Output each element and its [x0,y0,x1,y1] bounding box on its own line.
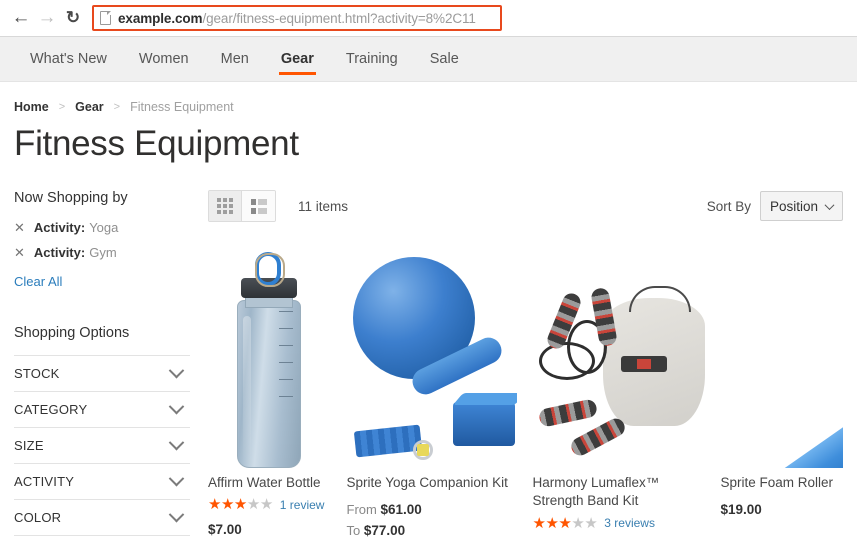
product-rating[interactable]: ★ ★ ★ ★ ★ 1 review [208,497,331,512]
grid-view-icon[interactable] [209,191,242,222]
sidebar: Now Shopping by ✕ Activity: Yoga ✕ Activ… [14,190,190,541]
item-count: 11 items [298,198,349,214]
product-listing: 11 items Sort By Position Affirm Water B… [190,190,843,541]
page-body: Home > Gear > Fitness Equipment Fitness … [0,82,857,555]
filter-group-label: ACTIVITY [14,474,75,490]
sort-by-label: Sort By [706,198,751,214]
sort-controls: Sort By Position [706,191,843,222]
product-card[interactable]: Sprite Foam Roller $19.00 [720,238,844,541]
forward-arrow-icon: → [37,7,57,28]
applied-filter-activity-yoga: ✕ Activity: Yoga [14,220,190,235]
nav-item-training[interactable]: Training [330,37,414,81]
star-filled: ★ [233,496,247,514]
product-card[interactable]: Harmony Lumaflex™ Strength Band Kit ★ ★ … [533,238,705,541]
price-to-value: $77.00 [363,522,406,538]
review-count-link[interactable]: 1 review [280,498,325,512]
star-empty: ★ [246,496,260,514]
nav-item-women[interactable]: Women [123,37,205,81]
back-arrow-icon[interactable]: ← [8,5,34,31]
url-domain: example.com [118,10,203,26]
star-empty: ★ [259,496,273,514]
filter-group-label: CATEGORY [14,402,88,418]
view-mode-toggle [208,190,276,223]
list-view-icon[interactable] [242,191,275,222]
url-path: /gear/fitness-equipment.html?activity=8%… [202,10,476,26]
star-filled: ★ [220,496,234,514]
filter-group-color[interactable]: COLOR [14,500,190,537]
star-empty: ★ [584,514,598,532]
chevron-down-icon [168,471,185,487]
price-from-label: From [346,502,377,518]
filter-value: Yoga [89,220,119,236]
url-text: example.com/gear/fitness-equipment.html?… [118,11,476,26]
breadcrumb-current: Fitness Equipment [130,100,234,114]
breadcrumb-separator: > [113,101,121,113]
applied-filter-activity-gym: ✕ Activity: Gym [14,245,190,260]
product-card[interactable]: Affirm Water Bottle ★ ★ ★ ★ ★ 1 review $… [208,238,331,541]
product-price-range: From $61.00 To $77.00 [347,500,517,541]
product-grid: Affirm Water Bottle ★ ★ ★ ★ ★ 1 review $… [208,238,843,541]
product-rating[interactable]: ★ ★ ★ ★ ★ 3 reviews [533,516,705,531]
sort-select-value: Position [769,198,818,214]
address-bar[interactable]: example.com/gear/fitness-equipment.html?… [92,5,502,31]
product-card[interactable]: Sprite Yoga Companion Kit From $61.00 To… [347,238,517,541]
star-empty: ★ [571,514,585,532]
foam-roller-image[interactable] [720,238,843,469]
listing-toolbar: 11 items Sort By Position [208,190,843,223]
filter-label: Activity: [33,245,86,261]
star-filled: ★ [532,514,546,532]
star-filled: ★ [558,514,572,532]
page-document-icon [100,11,111,25]
chevron-down-icon [168,435,185,451]
product-name[interactable]: Affirm Water Bottle [208,474,331,492]
reload-icon[interactable]: ↻ [60,5,86,31]
breadcrumb: Home > Gear > Fitness Equipment [14,82,843,120]
filter-label: Activity: [33,220,86,236]
strength-band-kit-image[interactable] [533,238,705,468]
shopping-options-heading: Shopping Options [14,325,130,342]
content-area: Now Shopping by ✕ Activity: Yoga ✕ Activ… [14,190,843,541]
chevron-down-icon [168,399,185,415]
breadcrumb-gear[interactable]: Gear [75,100,104,114]
breadcrumb-separator: > [58,101,66,113]
close-x-icon[interactable]: ✕ [14,246,25,259]
browser-toolbar: ← → ↻ example.com/gear/fitness-equipment… [0,0,857,37]
filter-accordion: STOCK CATEGORY SIZE ACTIVITY COLOR [14,355,190,537]
product-name[interactable]: Sprite Yoga Companion Kit [347,474,517,492]
page-title: Fitness Equipment [14,124,299,163]
product-price: $19.00 [720,502,762,518]
now-shopping-by-heading: Now Shopping by [14,190,128,207]
filter-value: Gym [89,245,117,261]
nav-item-whats-new[interactable]: What's New [14,37,123,81]
chevron-down-icon [168,507,185,523]
star-filled: ★ [208,496,221,514]
nav-item-men[interactable]: Men [205,37,265,81]
main-navigation: What's New Women Men Gear Training Sale [0,37,857,82]
water-bottle-image[interactable] [208,238,331,469]
product-price: $7.00 [208,522,242,538]
close-x-icon[interactable]: ✕ [14,221,25,234]
yoga-companion-kit-image[interactable] [347,238,517,468]
filter-group-stock[interactable]: STOCK [14,356,190,393]
product-name[interactable]: Sprite Foam Roller [721,474,844,492]
clear-all-link[interactable]: Clear All [14,274,62,289]
price-from-value: $61.00 [380,502,422,518]
filter-group-label: STOCK [14,366,60,382]
price-to-label: To [346,522,361,538]
chevron-down-icon [824,199,835,210]
filter-group-activity[interactable]: ACTIVITY [14,464,190,501]
nav-item-sale[interactable]: Sale [414,37,475,81]
breadcrumb-home[interactable]: Home [14,100,49,114]
product-name[interactable]: Harmony Lumaflex™ Strength Band Kit [533,474,705,510]
filter-group-label: SIZE [14,438,44,454]
filter-group-label: COLOR [14,510,62,526]
nav-item-gear[interactable]: Gear [265,37,330,81]
sort-select[interactable]: Position [759,191,843,222]
star-filled: ★ [545,514,559,532]
chevron-down-icon [168,363,185,379]
filter-group-size[interactable]: SIZE [14,428,190,465]
review-count-link[interactable]: 3 reviews [604,516,655,530]
filter-group-category[interactable]: CATEGORY [14,392,190,429]
